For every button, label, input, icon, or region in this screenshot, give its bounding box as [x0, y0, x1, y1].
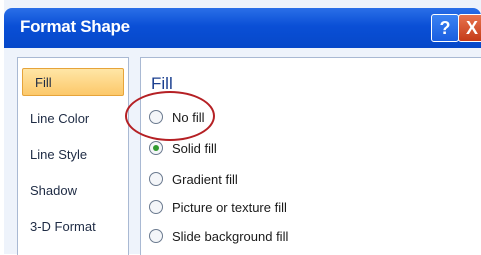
sidebar-item-fill[interactable]: Fill — [22, 68, 124, 96]
close-button[interactable]: X — [458, 14, 481, 42]
sidebar-item-label: 3-D Format — [30, 218, 96, 234]
picture-texture-fill-radio[interactable] — [149, 200, 163, 214]
solid-fill-radio[interactable] — [149, 141, 163, 155]
solid-fill-label: Solid fill — [172, 140, 217, 156]
slide-background-fill-radio[interactable] — [149, 229, 163, 243]
title-bar[interactable]: Format Shape ? X — [4, 8, 481, 48]
sidebar-item-shadow[interactable]: Shadow — [18, 176, 128, 204]
fill-panel: Fill No fill Solid fill Gradient fill Pi… — [140, 57, 481, 255]
highlight-circle — [125, 91, 215, 141]
format-shape-dialog: Format Shape ? X Fill Line Color Line St… — [4, 0, 481, 255]
sidebar-item-line-color[interactable]: Line Color — [18, 104, 128, 132]
gradient-fill-radio[interactable] — [149, 172, 163, 186]
gradient-fill-option[interactable]: Gradient fill — [149, 168, 238, 190]
close-icon: X — [465, 17, 478, 38]
category-sidebar: Fill Line Color Line Style Shadow 3-D Fo… — [17, 57, 129, 255]
sidebar-item-label: Line Color — [30, 110, 90, 126]
sidebar-item-3d-format[interactable]: 3-D Format — [18, 212, 128, 240]
sidebar-item-label: Fill — [35, 74, 52, 90]
help-icon: ? — [439, 17, 451, 38]
help-button[interactable]: ? — [431, 14, 459, 42]
dialog-title: Format Shape — [20, 17, 130, 36]
sidebar-item-line-style[interactable]: Line Style — [18, 140, 128, 168]
picture-texture-fill-label: Picture or texture fill — [172, 199, 287, 215]
slide-background-fill-label: Slide background fill — [172, 228, 289, 244]
slide-background-fill-option[interactable]: Slide background fill — [149, 225, 288, 247]
gradient-fill-label: Gradient fill — [172, 171, 238, 187]
sidebar-item-label: Line Style — [30, 146, 88, 162]
picture-texture-fill-option[interactable]: Picture or texture fill — [149, 196, 287, 218]
sidebar-item-label: Shadow — [30, 182, 77, 198]
